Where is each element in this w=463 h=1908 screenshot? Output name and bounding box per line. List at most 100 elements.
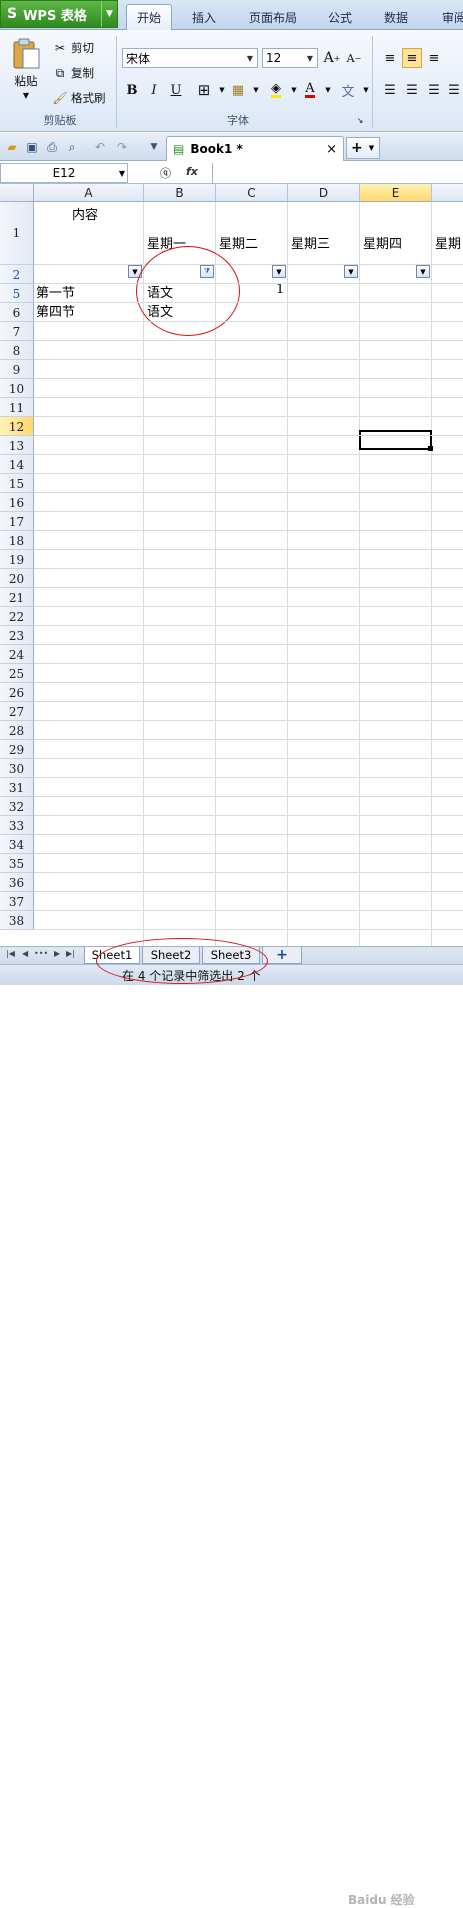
font-size-select[interactable]: 12 ▼ [262,48,318,68]
row-header[interactable]: 10 [0,379,34,398]
save-icon[interactable]: ▣ [24,139,40,155]
more-sheets-icon[interactable]: ••• [34,949,48,958]
align-middle-button[interactable]: ≡ [402,48,422,68]
selected-cell-e12[interactable] [359,430,432,450]
merge-button[interactable]: ▦ [228,80,248,100]
merge-dropdown[interactable]: ▼ [246,80,266,100]
borders-button[interactable]: ⊞ [194,80,214,100]
header-cell-f-partial[interactable]: 星期 [435,233,461,252]
row-header[interactable]: 6 [0,303,34,322]
redo-icon[interactable]: ↷ [114,139,130,155]
row-header[interactable]: 24 [0,645,34,664]
next-sheet-icon[interactable]: ▶ [54,949,60,958]
formula-input[interactable] [212,163,463,183]
tab-insert[interactable]: 插入 [182,4,226,30]
copy-button[interactable]: ⧉ 复制 [52,65,94,81]
paste-button[interactable]: 粘贴 ▼ [8,38,44,108]
row-header[interactable]: 22 [0,607,34,626]
row-header[interactable]: 1 [0,202,34,265]
cell-a2[interactable]: 第一节 [36,282,75,301]
row-header[interactable]: 12 [0,417,34,436]
underline-button[interactable]: U [166,80,186,100]
filter-dropdown-icon[interactable]: ▼ [128,265,142,278]
filter-dropdown-icon[interactable]: ▼ [416,265,430,278]
row-header[interactable]: 37 [0,892,34,911]
cell-b2[interactable]: 语文 [147,282,173,301]
row-header[interactable]: 15 [0,474,34,493]
bold-button[interactable]: B [122,80,142,100]
align-center-button[interactable]: ☰ [402,80,422,100]
font-dialog-launcher[interactable]: ↘ [354,114,366,126]
row-header[interactable]: 28 [0,721,34,740]
column-header-b[interactable]: B [144,184,216,202]
italic-button[interactable]: I [144,80,164,100]
insert-function-icon[interactable]: fx [186,165,198,178]
row-header[interactable]: 23 [0,626,34,645]
sheet-tab-sheet3[interactable]: Sheet3 [202,947,260,964]
row-header[interactable]: 31 [0,778,34,797]
cell-c2[interactable]: 1 [276,282,284,297]
new-document-button[interactable]: + ▼ [346,137,380,159]
row-header[interactable]: 21 [0,588,34,607]
add-sheet-button[interactable]: + [262,947,302,964]
name-box[interactable]: E12 ▼ [0,163,128,183]
row-header[interactable]: 9 [0,360,34,379]
row-header[interactable]: 8 [0,341,34,360]
header-cell-e[interactable]: 星期四 [363,233,402,252]
sheet-tab-sheet1[interactable]: Sheet1 [84,947,140,964]
cell-b5[interactable]: 语文 [147,301,173,320]
row-header[interactable]: 26 [0,683,34,702]
row-header[interactable]: 16 [0,493,34,512]
column-header-d[interactable]: D [288,184,360,202]
font-name-select[interactable]: 宋体 ▼ [122,48,258,68]
last-sheet-icon[interactable]: ▶| [66,949,75,958]
row-header[interactable]: 36 [0,873,34,892]
tab-formulas[interactable]: 公式 [318,4,362,30]
align-left-button[interactable]: ☰ [380,80,400,100]
chevron-down-icon[interactable]: ▼ [119,169,125,178]
row-header[interactable]: 2 [0,265,34,284]
shrink-font-button[interactable]: A − [344,48,364,68]
print-icon[interactable]: ⎙ [44,139,60,155]
row-header[interactable]: 30 [0,759,34,778]
font-color-button[interactable]: A [300,80,320,100]
row-header[interactable]: 32 [0,797,34,816]
row-header[interactable]: 27 [0,702,34,721]
tab-review[interactable]: 审阅 [432,4,463,30]
header-cell-c[interactable]: 星期二 [219,233,258,252]
justify-button[interactable]: ☰ [444,80,463,100]
header-cell-b[interactable]: 星期一 [147,233,186,252]
fill-color-button[interactable]: ◈ [266,80,286,100]
wps-app-menu-button[interactable]: S WPS 表格 ▼ [0,0,118,28]
spreadsheet-grid[interactable]: A B C D E 1 内容 星期一 星期二 星期三 星期四 星期 ▼ ⧩ ▼ … [0,184,463,946]
fill-handle[interactable] [428,446,433,451]
zoom-lookup-icon[interactable]: ⓠ [160,165,171,181]
align-right-button[interactable]: ☰ [424,80,444,100]
document-tab[interactable]: ▤ Book1 * × [166,136,344,161]
filter-dropdown-icon[interactable]: ▼ [272,265,286,278]
column-header-e[interactable]: E [360,184,432,202]
row-header[interactable]: 38 [0,911,34,930]
print-preview-icon[interactable]: ⌕ [64,139,80,155]
row-header[interactable]: 29 [0,740,34,759]
row-header[interactable]: 7 [0,322,34,341]
first-sheet-icon[interactable]: |◀ [6,949,15,958]
tab-data[interactable]: 数据 [374,4,418,30]
row-header[interactable]: 34 [0,835,34,854]
customize-toolbar-icon[interactable]: ▼ [146,139,162,155]
tab-page-layout[interactable]: 页面布局 [240,4,306,30]
row-header[interactable]: 19 [0,550,34,569]
header-cell-a[interactable]: 内容 [72,204,98,223]
row-header[interactable]: 18 [0,531,34,550]
cut-button[interactable]: ✂ 剪切 [52,40,94,56]
phonetic-button[interactable]: 文 [338,80,358,100]
grow-font-button[interactable]: A + [322,48,342,68]
phonetic-dropdown[interactable]: ▼ [356,80,376,100]
column-header-c[interactable]: C [216,184,288,202]
close-icon[interactable]: × [326,142,337,157]
align-top-button[interactable]: ≡ [380,48,400,68]
format-painter-button[interactable]: 🖌 格式刷 [52,90,105,106]
row-header[interactable]: 13 [0,436,34,455]
row-header[interactable]: 33 [0,816,34,835]
undo-icon[interactable]: ↶ [92,139,108,155]
